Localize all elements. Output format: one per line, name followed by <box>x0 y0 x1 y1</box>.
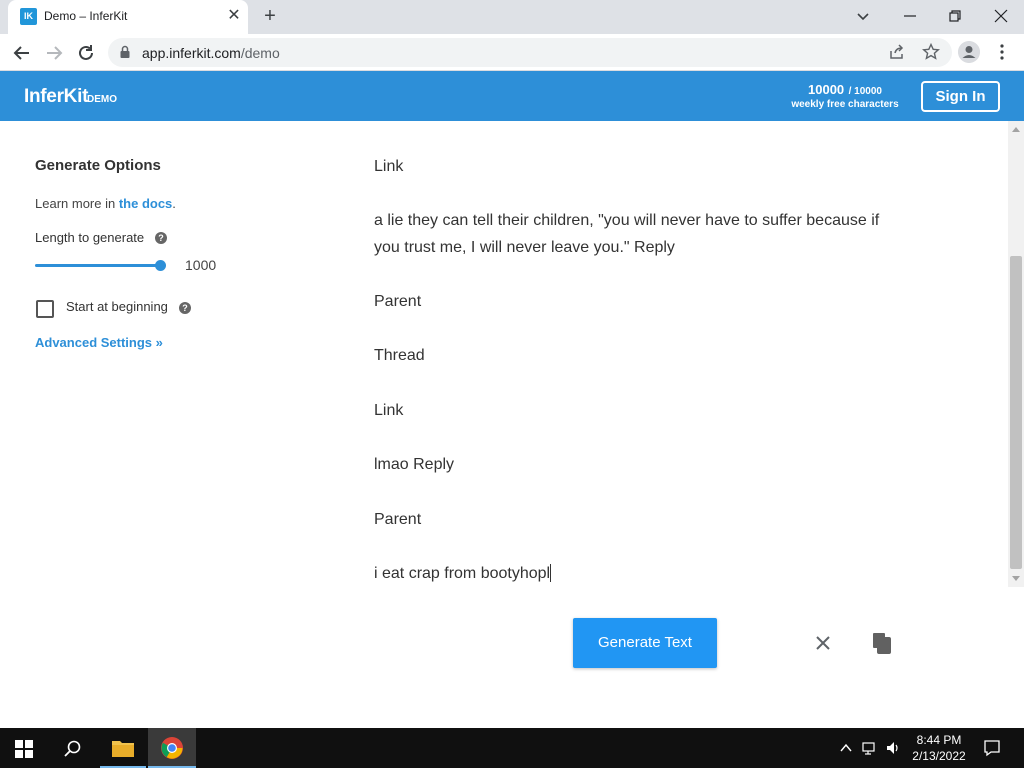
editor-line: a lie they can tell their children, "you… <box>374 212 880 229</box>
chrome-taskbar-button[interactable] <box>148 728 196 768</box>
editor-line: you trust me, I will never leave you." R… <box>374 239 675 256</box>
folder-icon <box>112 741 134 757</box>
lock-icon[interactable] <box>118 45 132 59</box>
window-restore-icon[interactable] <box>943 4 967 28</box>
browser-toolbar: app.inferkit.com/demo <box>0 34 1024 71</box>
windows-start-icon[interactable] <box>15 740 33 758</box>
browser-menu-icon[interactable] <box>994 42 1010 62</box>
clear-close-icon[interactable] <box>812 632 834 654</box>
chrome-icon <box>161 737 183 759</box>
length-label: Length to generate <box>35 230 145 245</box>
editor-line: Thread <box>374 347 425 364</box>
file-explorer-taskbar-button[interactable] <box>100 728 146 768</box>
start-at-beginning-checkbox[interactable] <box>36 300 54 318</box>
notification-center-icon[interactable] <box>983 739 1001 757</box>
back-arrow-icon[interactable] <box>10 41 34 65</box>
scroll-up-arrow-icon[interactable] <box>1012 127 1020 132</box>
quota-label: weekly free characters <box>791 98 899 110</box>
start-help-icon[interactable]: ? <box>179 302 191 314</box>
tab-title: Demo – InferKit <box>44 9 128 23</box>
length-help-icon[interactable]: ? <box>155 232 167 244</box>
clock-date: 2/13/2022 <box>912 749 966 763</box>
options-title: Generate Options <box>35 157 161 174</box>
browser-tab[interactable]: IK Demo – InferKit ✕ <box>8 0 248 34</box>
new-tab-button[interactable]: + <box>258 5 282 29</box>
learn-more-text: Learn more in the docs. <box>35 196 176 211</box>
reload-icon[interactable] <box>74 41 98 65</box>
volume-icon[interactable] <box>885 740 901 756</box>
quota-total: / 10000 <box>848 86 882 97</box>
browser-tab-strip: IK Demo – InferKit ✕ + <box>0 0 1024 34</box>
generate-text-button[interactable]: Generate Text <box>573 618 717 668</box>
scroll-down-arrow-icon[interactable] <box>1012 576 1020 581</box>
editor-line: Parent <box>374 293 422 310</box>
app-header: InferKit DEMO 10000 / 10000 weekly free … <box>0 71 1024 121</box>
sign-in-button[interactable]: Sign In <box>921 81 1000 112</box>
profile-avatar-icon[interactable] <box>958 41 980 63</box>
quota-used: 10000 <box>808 82 845 97</box>
advanced-settings-link[interactable]: Advanced Settings » <box>35 335 163 350</box>
windows-taskbar: 8:44 PM 2/13/2022 <box>0 728 1024 768</box>
taskbar-search-icon[interactable] <box>63 739 83 759</box>
taskbar-clock[interactable]: 8:44 PM 2/13/2022 <box>905 732 973 764</box>
text-caret <box>550 564 552 582</box>
editor-last-line: i eat crap from bootyhopl <box>374 564 552 582</box>
character-quota: 10000 / 10000 weekly free characters <box>790 81 900 110</box>
length-value: 1000 <box>185 257 217 273</box>
inferkit-favicon-icon: IK <box>20 8 37 25</box>
tab-close-icon[interactable]: ✕ <box>224 6 244 26</box>
window-minimize-icon[interactable] <box>898 4 922 28</box>
network-icon[interactable] <box>862 740 878 756</box>
scrollbar-thumb[interactable] <box>1010 256 1022 569</box>
editor-line: Parent <box>374 511 422 528</box>
editor-line: Link <box>374 158 404 175</box>
copy-icon[interactable] <box>871 631 893 655</box>
window-close-icon[interactable] <box>989 4 1013 28</box>
url-text: app.inferkit.com/demo <box>142 45 280 61</box>
editor-scrollbar[interactable] <box>1008 121 1024 587</box>
editor-line: Link <box>374 402 404 419</box>
brand-demo-label: DEMO <box>87 94 117 105</box>
length-slider-thumb[interactable] <box>155 260 166 271</box>
brand-logo[interactable]: InferKit <box>24 86 88 108</box>
forward-arrow-icon[interactable] <box>42 41 66 65</box>
start-at-beginning-label[interactable]: Start at beginning <box>66 299 168 314</box>
text-editor[interactable]: Link a lie they can tell their children,… <box>374 121 894 586</box>
editor-line: lmao Reply <box>374 456 455 473</box>
show-hidden-icons-chevron-icon[interactable] <box>838 740 854 756</box>
clock-time: 8:44 PM <box>916 733 962 747</box>
address-bar[interactable]: app.inferkit.com/demo <box>108 38 952 67</box>
tab-search-chevron-icon[interactable] <box>853 6 873 26</box>
share-icon[interactable] <box>888 43 906 61</box>
bookmark-star-icon[interactable] <box>921 42 941 62</box>
docs-link[interactable]: the docs <box>119 196 172 211</box>
length-slider-track[interactable] <box>35 264 161 267</box>
